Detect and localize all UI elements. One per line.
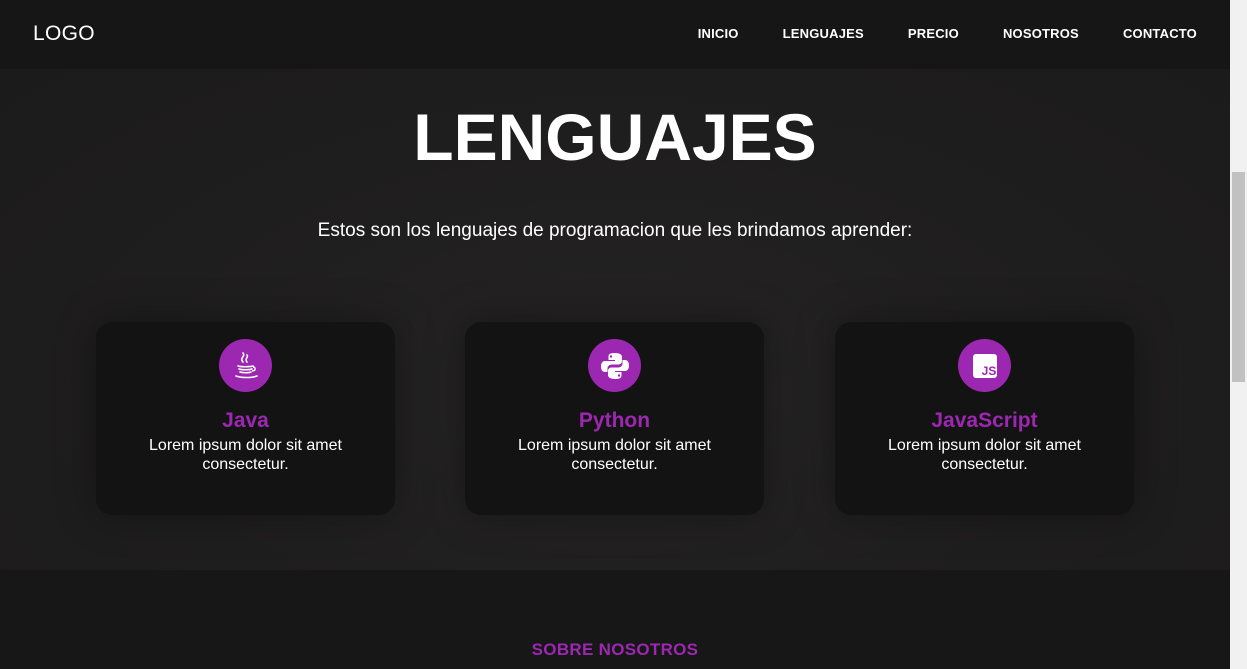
nav-link-inicio[interactable]: INICIO xyxy=(698,26,739,42)
python-icon xyxy=(588,339,641,392)
section-subtitle: Estos son los lenguajes de programacion … xyxy=(317,220,913,241)
card-title: Java xyxy=(222,409,269,432)
nav-link-nosotros[interactable]: NOSOTROS xyxy=(1003,26,1079,42)
nav-link-contacto[interactable]: CONTACTO xyxy=(1123,26,1197,42)
language-card-java[interactable]: Java Lorem ipsum dolor sit amet consecte… xyxy=(96,322,395,515)
card-description: Lorem ipsum dolor sit amet consectetur. xyxy=(518,437,711,473)
about-section: SOBRE NOSOTROS xyxy=(0,570,1230,669)
nav-link-lenguajes[interactable]: LENGUAJES xyxy=(783,26,864,42)
card-title: JavaScript xyxy=(931,409,1038,432)
scrollbar-thumb[interactable] xyxy=(1232,172,1245,382)
card-description: Lorem ipsum dolor sit amet consectetur. xyxy=(888,437,1081,473)
language-card-javascript[interactable]: JS JavaScript Lorem ipsum dolor sit amet… xyxy=(835,322,1134,515)
about-title: SOBRE NOSOTROS xyxy=(531,640,699,659)
logo-link[interactable]: LOGO xyxy=(33,22,95,46)
card-description: Lorem ipsum dolor sit amet consectetur. xyxy=(149,437,342,473)
navbar: LOGO INICIO LENGUAJES PRECIO NOSOTROS CO… xyxy=(0,0,1230,69)
language-card-python[interactable]: Python Lorem ipsum dolor sit amet consec… xyxy=(465,322,764,515)
section-title: LENGUAJES xyxy=(413,100,817,174)
javascript-icon: JS xyxy=(958,339,1011,392)
card-title: Python xyxy=(578,409,651,432)
svg-text:JS: JS xyxy=(981,364,996,378)
languages-section: LENGUAJES Estos son los lenguajes de pro… xyxy=(0,69,1230,570)
java-icon xyxy=(219,339,272,392)
page: LOGO INICIO LENGUAJES PRECIO NOSOTROS CO… xyxy=(0,0,1230,669)
nav-link-precio[interactable]: PRECIO xyxy=(908,26,959,42)
page-scrollbar[interactable] xyxy=(1230,0,1247,669)
nav-links: INICIO LENGUAJES PRECIO NOSOTROS CONTACT… xyxy=(698,26,1197,42)
